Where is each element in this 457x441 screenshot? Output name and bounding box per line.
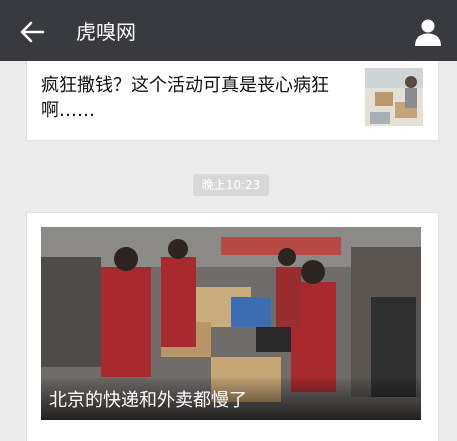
caption-overlay: 北京的快递和外卖都慢了 [41,378,421,420]
article-card[interactable]: 疯狂撒钱？这个活动可真是丧心病狂啊…… [26,61,439,141]
user-icon[interactable] [413,17,443,47]
arrow-left-icon[interactable] [18,18,46,46]
article-cover-image: 北京的快递和外卖都慢了 [41,227,421,420]
timestamp: 晚上10:23 [193,174,269,196]
article-thumbnail [365,68,423,126]
article-title: 疯狂撒钱？这个活动可真是丧心病狂啊…… [41,75,329,121]
page-title: 虎嗅网 [76,20,136,44]
top-bar: 虎嗅网 [0,0,457,61]
article-card-cover[interactable]: 北京的快递和外卖都慢了 [26,212,439,441]
cover-caption: 北京的快递和外卖都慢了 [49,390,247,411]
